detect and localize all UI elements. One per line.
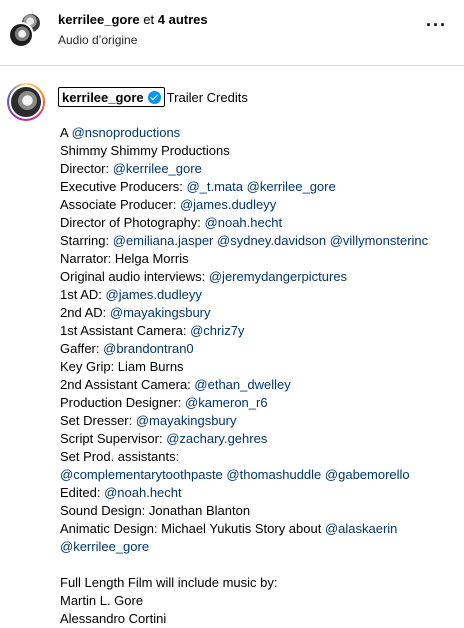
caption-line: Martin L. Gore: [60, 592, 460, 610]
caption-line: Executive Producers: @_t.mata @kerrilee_…: [60, 178, 460, 196]
caption-text: Full Length Film will include music by:: [60, 575, 278, 590]
caption-line: Set Dresser: @mayakingsbury: [60, 412, 460, 430]
collab-avatars[interactable]: [8, 12, 44, 48]
caption-line: Starring: @emiliana.jasper @sydney.david…: [60, 232, 460, 250]
mention-link[interactable]: @chriz7y: [190, 323, 244, 338]
mention-link[interactable]: @kerrilee_gore: [60, 539, 149, 554]
caption-line: 1st AD: @james.dudleyy: [60, 286, 460, 304]
caption-line: @kerrilee_gore: [60, 538, 460, 556]
mention-link[interactable]: @kerrilee_gore: [247, 179, 336, 194]
caption-text: Set Dresser:: [60, 413, 136, 428]
mention-link[interactable]: @alaskaerin: [325, 521, 397, 536]
caption-text: Director of Photography:: [60, 215, 205, 230]
caption-text: Animatic Design: Michael Yukutis Story a…: [60, 521, 325, 536]
mention-link[interactable]: @gabemorello: [325, 467, 410, 482]
collab-joiner: et: [139, 12, 158, 27]
header-username-link[interactable]: kerrilee_gore: [58, 12, 140, 27]
caption-text: Martin L. Gore: [60, 593, 144, 608]
caption-line: [60, 556, 460, 574]
original-audio-link[interactable]: Audio d’origine: [58, 33, 137, 47]
caption-text: 2nd Assistant Camera:: [60, 377, 195, 392]
caption-line: A @nsnoproductions: [60, 124, 460, 142]
caption-line: Original audio interviews: @jeremydanger…: [60, 268, 460, 286]
mention-link[interactable]: @mayakingsbury: [136, 413, 237, 428]
caption-line: Script Supervisor: @zachary.gehres: [60, 430, 460, 448]
caption-text: 2nd AD:: [60, 305, 110, 320]
collab-title: kerrilee_gore et 4 autres: [58, 12, 208, 27]
caption-text: Director:: [60, 161, 113, 176]
caption-text: Sound Design: Jonathan Blanton: [60, 503, 251, 518]
caption-header: kerrilee_gore Trailer Credits: [58, 86, 248, 108]
caption-line: 1st Assistant Camera: @chriz7y: [60, 322, 460, 340]
avatar: [9, 85, 43, 119]
caption-text: Executive Producers:: [60, 179, 187, 194]
caption-line: 2nd AD: @mayakingsbury: [60, 304, 460, 322]
mention-link[interactable]: @noah.hecht: [104, 485, 182, 500]
caption-line: Production Designer: @kameron_r6: [60, 394, 460, 412]
caption-line: @complementarytoothpaste @thomashuddle @…: [60, 466, 460, 484]
mention-link[interactable]: @emiliana.jasper: [113, 233, 214, 248]
caption-text: Edited:: [60, 485, 105, 500]
caption-text: Production Designer:: [60, 395, 186, 410]
caption-text: 1st AD:: [60, 287, 106, 302]
caption-text: Original audio interviews:: [60, 269, 209, 284]
caption-text: Associate Producer:: [60, 197, 180, 212]
caption-text: A: [60, 125, 72, 140]
mention-link[interactable]: @complementarytoothpaste: [60, 467, 223, 482]
verified-badge-icon: [147, 90, 161, 104]
caption-line: Associate Producer: @james.dudleyy: [60, 196, 460, 214]
caption-line: Gaffer: @brandontran0: [60, 340, 460, 358]
caption-text: Starring:: [60, 233, 113, 248]
mention-link[interactable]: @nsnoproductions: [72, 125, 181, 140]
caption-line: Shimmy Shimmy Productions: [60, 142, 460, 160]
caption-text: 1st Assistant Camera:: [60, 323, 191, 338]
mention-link[interactable]: @jeremydangerpictures: [209, 269, 347, 284]
caption-line: Alessandro Cortini: [60, 610, 460, 628]
caption-line: Director of Photography: @noah.hecht: [60, 214, 460, 232]
caption-text: Script Supervisor:: [60, 431, 167, 446]
mention-link[interactable]: @villymonsterinc: [330, 233, 428, 248]
mention-link[interactable]: @thomashuddle: [226, 467, 321, 482]
caption-line: Director: @kerrilee_gore: [60, 160, 460, 178]
caption-line: Key Grip: Liam Burns: [60, 358, 460, 376]
mention-link[interactable]: @zachary.gehres: [166, 431, 267, 446]
mention-link[interactable]: @james.dudleyy: [180, 197, 276, 212]
mention-link[interactable]: @kameron_r6: [185, 395, 268, 410]
mention-link[interactable]: @ethan_dwelley: [194, 377, 290, 392]
caption-text: Shimmy Shimmy Productions: [60, 143, 230, 158]
caption-line: Animatic Design: Michael Yukutis Story a…: [60, 520, 460, 538]
mention-link[interactable]: @kerrilee_gore: [113, 161, 202, 176]
mention-link[interactable]: @sydney.davidson: [217, 233, 326, 248]
collab-others-link[interactable]: 4 autres: [158, 12, 208, 27]
mention-link[interactable]: @_t.mata: [186, 179, 243, 194]
caption-body: A @nsnoproductions Shimmy Shimmy Producti…: [60, 124, 460, 628]
caption-line: 2nd Assistant Camera: @ethan_dwelley: [60, 376, 460, 394]
caption-text: Key Grip: Liam Burns: [60, 359, 184, 374]
reel-header: kerrilee_gore et 4 autres Audio d’origin…: [0, 0, 464, 66]
post-author-avatar[interactable]: [7, 83, 45, 121]
caption-first-line: Trailer Credits: [166, 89, 248, 105]
caption-line: Narrator: Helga Morris: [60, 250, 460, 268]
caption-line: Sound Design: Jonathan Blanton: [60, 502, 460, 520]
caption-line: Set Prod. assistants:: [60, 448, 460, 466]
avatar[interactable]: [8, 22, 34, 48]
caption-line: Full Length Film will include music by:: [60, 574, 460, 592]
caption-text: Narrator: Helga Morris: [60, 251, 189, 266]
ellipsis-icon[interactable]: ···: [426, 16, 450, 36]
caption-text: Gaffer:: [60, 341, 104, 356]
caption-text: Set Prod. assistants:: [60, 449, 180, 464]
post-username-link[interactable]: kerrilee_gore: [58, 87, 165, 107]
mention-link[interactable]: @mayakingsbury: [110, 305, 211, 320]
mention-link[interactable]: @james.dudleyy: [106, 287, 202, 302]
post-username: kerrilee_gore: [62, 89, 144, 105]
caption-line: Edited: @noah.hecht: [60, 484, 460, 502]
mention-link[interactable]: @brandontran0: [103, 341, 194, 356]
mention-link[interactable]: @noah.hecht: [205, 215, 283, 230]
caption-text: Alessandro Cortini: [60, 611, 167, 626]
